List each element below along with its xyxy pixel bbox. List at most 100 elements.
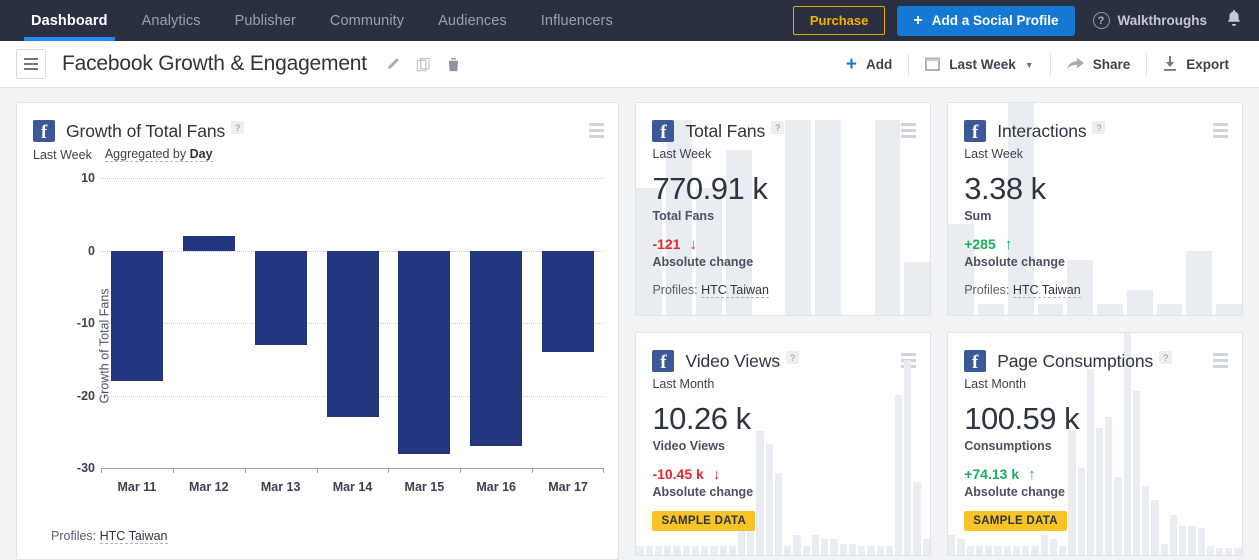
chart-bar[interactable]	[110, 250, 163, 381]
nav-label: Publisher	[234, 12, 296, 29]
kpi-change-label: Absolute change	[652, 484, 754, 499]
notifications-bell-icon[interactable]	[1219, 10, 1249, 31]
pencil-icon[interactable]	[385, 57, 400, 72]
x-axis-tick-label: Mar 14	[332, 480, 373, 494]
help-icon[interactable]: ?	[1159, 351, 1173, 364]
dashboard-menu-icon[interactable]	[16, 49, 46, 79]
kpi-body: 10.26 k Video Views -10.45 k ↓ Absolute chan…	[636, 391, 930, 545]
chart-bar[interactable]	[398, 250, 451, 454]
y-axis-tick-label: -30	[76, 461, 95, 475]
chart-plot-area: 10 0 -10 -20 -30 Mar 11 Mar 12 Mar 13 Mar 14 Mar …	[77, 171, 605, 494]
widget-growth-of-total-fans: f Growth of Total Fans ? Last Week Aggre…	[16, 102, 620, 560]
kpi-value-interactions: 3.38 k	[964, 171, 1046, 206]
x-axis-tick-label: Mar 12	[188, 480, 229, 494]
export-button[interactable]: Export	[1147, 52, 1245, 78]
y-axis-tick-label: 10	[81, 171, 95, 185]
kpi-change-label: Absolute change	[964, 254, 1065, 269]
chart-bar[interactable]	[182, 236, 235, 251]
aggregation-value: Day	[189, 147, 213, 161]
kpi-body: 3.38 k Sum +285 ↑ Absolute change Profiles: H…	[948, 161, 1242, 311]
y-axis-tick-label: -20	[76, 388, 95, 403]
sparkline-bar	[876, 546, 884, 555]
dashboard-column-right: f Interactions? Last Week 3.38 k Sum +285 ↑ Abs…	[947, 102, 1243, 560]
kpi-value-page-consumptions: 100.59 k	[964, 401, 1080, 436]
sparkline-bar	[885, 546, 893, 555]
sparkline-bar	[1059, 546, 1067, 555]
x-axis-tick-label: Mar 11	[117, 480, 157, 494]
sparkline-bar	[1225, 548, 1233, 555]
widget-title-row: f Total Fans?	[652, 120, 914, 142]
walkthroughs-label: Walkthroughs	[1117, 13, 1208, 28]
walkthroughs-button[interactable]: ? Walkthroughs	[1087, 12, 1208, 29]
sparkline-bar	[975, 546, 984, 555]
widget-subheader: Last Week Aggregated by Day	[33, 147, 602, 162]
sparkline-bar	[867, 546, 875, 555]
dashboard-column-middle: f Total Fans? Last Week 770.91 k Total Fans -…	[635, 102, 932, 560]
profiles-value[interactable]: HTC Taiwan	[99, 529, 168, 544]
widget-interactions: f Interactions? Last Week 3.38 k Sum +285 ↑ Abs…	[947, 102, 1243, 316]
help-icon[interactable]: ?	[1092, 121, 1106, 134]
aggregation-selector[interactable]: Aggregated by Day	[104, 147, 213, 162]
nav-item-dashboard[interactable]: Dashboard	[14, 0, 125, 41]
kpi-metric-label: Total Fans	[652, 208, 715, 223]
share-label: Share	[1092, 57, 1131, 72]
help-icon[interactable]: ?	[231, 121, 245, 134]
question-mark-icon: ?	[1092, 12, 1110, 29]
profiles-value[interactable]: HTC Taiwan	[1012, 282, 1081, 298]
plus-icon: +	[913, 11, 923, 29]
y-axis-tick-label: 0	[88, 243, 95, 258]
kpi-change-value: -10.45 k ↓	[652, 466, 914, 483]
chart-bar[interactable]	[326, 250, 379, 418]
profiles-value[interactable]: HTC Taiwan	[701, 282, 769, 298]
widget-menu-icon[interactable]	[589, 123, 605, 138]
widget-title-row: f Interactions?	[964, 120, 1226, 142]
sparkline-bar	[728, 546, 737, 555]
nav-label: Audiences	[438, 12, 507, 29]
help-icon[interactable]: ?	[786, 351, 800, 364]
date-range-selector[interactable]: Last Week ▼	[909, 52, 1049, 78]
add-widget-button[interactable]: + Add	[830, 52, 908, 78]
kpi-body: 770.91 k Total Fans -121 ↓ Absolute change Pr…	[636, 161, 930, 311]
chart-bar[interactable]	[254, 250, 307, 345]
nav-item-community[interactable]: Community	[313, 0, 421, 41]
sparkline-bar	[985, 546, 993, 555]
facebook-icon: f	[33, 120, 55, 142]
kpi-change-value: -121 ↓	[652, 236, 914, 253]
kpi-metric-label: Video Views	[652, 438, 725, 453]
trash-icon[interactable]	[447, 57, 460, 72]
chart-bar[interactable]	[470, 250, 523, 447]
nav-label: Analytics	[141, 12, 201, 29]
add-social-profile-button[interactable]: + Add a Social Profile	[897, 5, 1075, 36]
nav-label: Dashboard	[31, 12, 108, 29]
top-nav-actions: Purchase + Add a Social Profile ? Walkth…	[792, 0, 1249, 41]
change-number: -10.45 k	[652, 466, 704, 483]
sample-data-badge: SAMPLE DATA	[652, 510, 756, 531]
sparkline-bar	[664, 546, 672, 555]
profiles-prefix: Profiles:	[51, 529, 100, 543]
widget-title-row: f Growth of Total Fans ?	[33, 120, 602, 142]
nav-item-publisher[interactable]: Publisher	[218, 0, 313, 41]
widget-title: Growth of Total Fans	[66, 120, 226, 141]
nav-item-analytics[interactable]: Analytics	[125, 0, 218, 41]
kpi-value-total-fans: 770.91 k	[652, 171, 768, 206]
nav-item-audiences[interactable]: Audiences	[421, 0, 524, 41]
nav-label: Influencers	[540, 12, 613, 29]
x-axis-tick	[244, 468, 246, 473]
x-axis-tick	[532, 468, 534, 473]
kpi-change-label: Absolute change	[964, 484, 1065, 499]
x-axis-line	[101, 468, 605, 469]
x-axis-tick	[172, 468, 174, 473]
sparkline-bar	[966, 546, 974, 555]
x-axis-tick	[101, 468, 102, 473]
purchase-button[interactable]: Purchase	[792, 6, 886, 35]
widget-page-consumptions: f Page Consumptions? Last Month 100.59 k Con…	[947, 332, 1243, 556]
chart-bar[interactable]	[542, 250, 595, 352]
share-button[interactable]: Share	[1051, 52, 1147, 78]
nav-label: Community	[329, 12, 405, 29]
help-icon[interactable]: ?	[771, 121, 785, 134]
copy-icon[interactable]	[416, 57, 431, 72]
x-axis-tick-label: Mar 16	[476, 480, 517, 494]
sparkline-bar	[848, 543, 857, 555]
widget-subheader: Last Week	[652, 147, 914, 161]
nav-item-influencers[interactable]: Influencers	[524, 0, 630, 41]
